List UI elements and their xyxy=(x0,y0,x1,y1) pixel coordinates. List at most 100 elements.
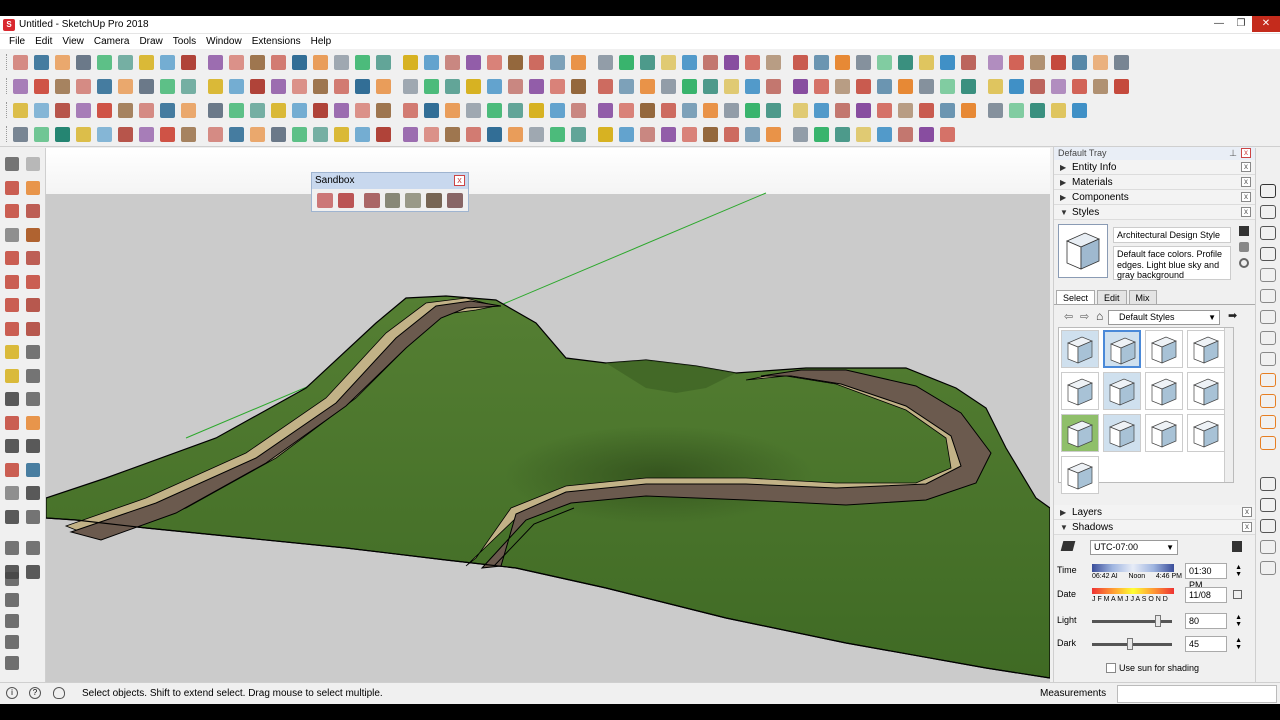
toolbar-tool-icon[interactable] xyxy=(139,54,154,70)
user-icon[interactable] xyxy=(53,687,65,699)
toolbar-tool-icon[interactable] xyxy=(793,78,808,94)
toolbar-tool-icon[interactable] xyxy=(181,54,196,70)
toolbar-tool-icon[interactable] xyxy=(181,126,196,142)
menu-extensions[interactable]: Extensions xyxy=(247,36,306,47)
toolbar-tool-icon[interactable] xyxy=(919,126,934,142)
toolbar-grip[interactable] xyxy=(6,102,9,118)
spinner-icon[interactable]: ▲ ▼ xyxy=(1235,564,1242,578)
panel-toggle-icon[interactable] xyxy=(1260,540,1276,554)
tab-edit[interactable]: Edit xyxy=(1097,290,1127,304)
date-slider[interactable] xyxy=(1092,588,1174,594)
style-name-field[interactable]: Architectural Design Style xyxy=(1113,227,1231,243)
toolbar-tool-icon[interactable] xyxy=(814,102,829,118)
date-field[interactable]: 11/08 xyxy=(1185,587,1227,603)
toolbar-tool-icon[interactable] xyxy=(898,54,913,70)
toolbar-tool-icon[interactable] xyxy=(97,78,112,94)
use-sun-checkbox[interactable] xyxy=(1106,663,1116,673)
tool-icon[interactable] xyxy=(5,251,19,265)
toolbar-tool-icon[interactable] xyxy=(424,126,439,142)
toolbar-tool-icon[interactable] xyxy=(229,78,244,94)
calendar-icon[interactable] xyxy=(1233,590,1242,599)
toolbar-tool-icon[interactable] xyxy=(898,78,913,94)
panel-toggle-icon[interactable] xyxy=(1260,519,1276,533)
toolbar-tool-icon[interactable] xyxy=(208,54,223,70)
toolbar-tool-icon[interactable] xyxy=(961,102,976,118)
toolbar-tool-icon[interactable] xyxy=(313,78,328,94)
toolbar-tool-icon[interactable] xyxy=(682,102,697,118)
panel-toggle-icon[interactable] xyxy=(1260,205,1276,219)
toolbar-tool-icon[interactable] xyxy=(160,102,175,118)
toolbar-tool-icon[interactable] xyxy=(1093,54,1108,70)
toolbar-tool-icon[interactable] xyxy=(745,78,760,94)
toolbar-tool-icon[interactable] xyxy=(424,54,439,70)
toolbar-tool-icon[interactable] xyxy=(271,78,286,94)
toolbar-tool-icon[interactable] xyxy=(13,102,28,118)
style-thumbnail-option[interactable] xyxy=(1145,414,1183,452)
toolbar-tool-icon[interactable] xyxy=(640,78,655,94)
toolbar-tool-icon[interactable] xyxy=(988,102,1003,118)
toolbar-tool-icon[interactable] xyxy=(988,54,1003,70)
close-icon[interactable]: x xyxy=(1241,207,1251,217)
toolbar-tool-icon[interactable] xyxy=(1114,54,1129,70)
toolbar-tool-icon[interactable] xyxy=(529,78,544,94)
toolbar-tool-icon[interactable] xyxy=(76,54,91,70)
toolbar-tool-icon[interactable] xyxy=(988,78,1003,94)
toolbar-tool-icon[interactable] xyxy=(355,126,370,142)
tool-icon[interactable] xyxy=(26,392,40,406)
toolbar-tool-icon[interactable] xyxy=(466,126,481,142)
time-slider[interactable] xyxy=(1092,564,1174,572)
close-icon[interactable]: x xyxy=(454,175,465,186)
toolbar-tool-icon[interactable] xyxy=(1009,54,1024,70)
slider-thumb[interactable] xyxy=(1127,638,1133,650)
toolbar-tool-icon[interactable] xyxy=(745,102,760,118)
toolbar-tool-icon[interactable] xyxy=(856,54,871,70)
tool-icon[interactable] xyxy=(26,462,40,477)
toolbar-tool-icon[interactable] xyxy=(76,102,91,118)
toolbar-tool-icon[interactable] xyxy=(529,102,544,118)
toolbar-tool-icon[interactable] xyxy=(766,78,781,94)
toolbar-tool-icon[interactable] xyxy=(619,126,634,142)
shadow-toggle-icon[interactable] xyxy=(1060,541,1076,551)
tab-mix[interactable]: Mix xyxy=(1128,290,1157,304)
toolbar-tool-icon[interactable] xyxy=(550,78,565,94)
spinner-icon[interactable]: ▲ ▼ xyxy=(1235,614,1242,628)
toolbar-tool-icon[interactable] xyxy=(745,126,760,142)
add-detail-icon[interactable] xyxy=(426,193,443,208)
toolbar-tool-icon[interactable] xyxy=(508,102,523,118)
toolbar-tool-icon[interactable] xyxy=(814,126,829,142)
style-thumbnail-option[interactable] xyxy=(1145,372,1183,410)
tool-icon[interactable] xyxy=(5,462,19,477)
toolbar-tool-icon[interactable] xyxy=(640,54,655,70)
toolbar-tool-icon[interactable] xyxy=(550,126,565,142)
close-icon[interactable]: x xyxy=(1242,507,1252,517)
toolbar-tool-icon[interactable] xyxy=(1072,54,1087,70)
toolbar-tool-icon[interactable] xyxy=(250,126,265,142)
toolbar-tool-icon[interactable] xyxy=(550,102,565,118)
toolbar-tool-icon[interactable] xyxy=(682,78,697,94)
close-icon[interactable]: x xyxy=(1241,192,1251,202)
toolbar-tool-icon[interactable] xyxy=(724,78,739,94)
toolbar-tool-icon[interactable] xyxy=(877,102,892,118)
toolbar-tool-icon[interactable] xyxy=(292,102,307,118)
tool-icon[interactable] xyxy=(5,274,19,289)
drape-icon[interactable] xyxy=(405,193,422,208)
toolbar-tool-icon[interactable] xyxy=(118,78,133,94)
toolbar-tool-icon[interactable] xyxy=(355,54,370,70)
toolbar-tool-icon[interactable] xyxy=(940,54,955,70)
toolbar-tool-icon[interactable] xyxy=(1051,54,1066,70)
toolbar-tool-icon[interactable] xyxy=(76,78,91,94)
panel-toggle-icon[interactable] xyxy=(1260,436,1276,450)
toolbar-tool-icon[interactable] xyxy=(856,126,871,142)
toolbar-tool-icon[interactable] xyxy=(919,54,934,70)
toolbar-grip[interactable] xyxy=(6,126,9,142)
toolbar-tool-icon[interactable] xyxy=(487,102,502,118)
toolbar-tool-icon[interactable] xyxy=(619,54,634,70)
toolbar-tool-icon[interactable] xyxy=(598,126,613,142)
menu-help[interactable]: Help xyxy=(306,36,337,47)
toolbar-tool-icon[interactable] xyxy=(919,102,934,118)
light-field[interactable]: 80 xyxy=(1185,613,1227,629)
tool-icon[interactable] xyxy=(5,572,19,586)
toolbar-tool-icon[interactable] xyxy=(724,126,739,142)
toolbar-tool-icon[interactable] xyxy=(118,126,133,142)
tool-icon[interactable] xyxy=(26,368,40,383)
